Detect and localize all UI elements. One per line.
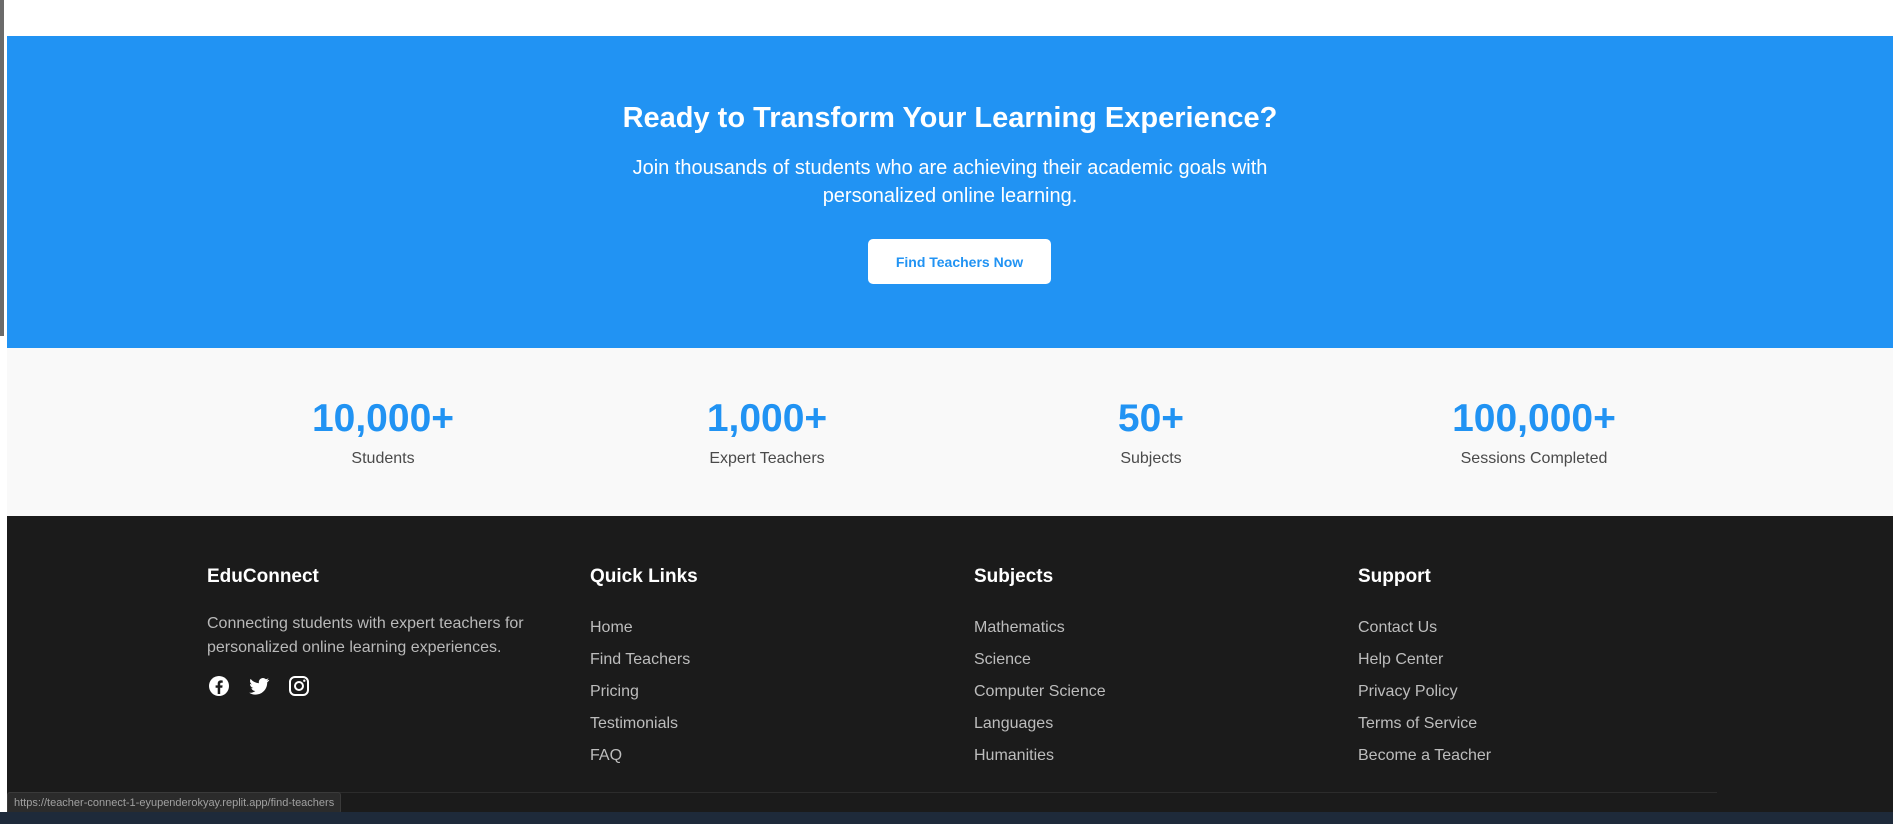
- cta-title: Ready to Transform Your Learning Experie…: [622, 102, 1278, 134]
- social-links: [207, 674, 547, 698]
- find-teachers-now-button[interactable]: Find Teachers Now: [868, 239, 1051, 284]
- stat-label: Expert Teachers: [709, 450, 825, 467]
- instagram-icon[interactable]: [287, 674, 311, 698]
- footer-link-contact-us[interactable]: Contact Us: [1358, 612, 1698, 644]
- footer-link-help-center[interactable]: Help Center: [1358, 644, 1698, 676]
- footer-brand: EduConnect: [207, 566, 319, 587]
- footer-link-become-a-teacher[interactable]: Become a Teacher: [1358, 740, 1698, 772]
- footer-link-testimonials[interactable]: Testimonials: [590, 708, 930, 740]
- top-whitespace: [0, 0, 1893, 36]
- stat-expert-teachers: 1,000+ Expert Teachers: [617, 396, 917, 468]
- stat-sessions-completed: 100,000+ Sessions Completed: [1384, 396, 1684, 468]
- footer-support-column: Support Contact Us Help Center Privacy P…: [1358, 566, 1698, 772]
- cta-description: Join thousands of students who are achie…: [632, 157, 1268, 207]
- footer-link-privacy-policy[interactable]: Privacy Policy: [1358, 676, 1698, 708]
- footer-heading-support: Support: [1358, 566, 1431, 587]
- footer-link-terms-of-service[interactable]: Terms of Service: [1358, 708, 1698, 740]
- stat-label: Sessions Completed: [1460, 450, 1608, 467]
- stat-subjects: 50+ Subjects: [1001, 396, 1301, 468]
- stat-value: 1,000+: [706, 397, 828, 440]
- site-footer: EduConnect Connecting students with expe…: [7, 516, 1893, 824]
- stat-label: Students: [351, 450, 415, 467]
- footer-link-faq[interactable]: FAQ: [590, 740, 930, 772]
- footer-heading-subjects: Subjects: [974, 566, 1054, 587]
- facebook-icon[interactable]: [207, 674, 231, 698]
- footer-description: Connecting students with expert teachers…: [207, 615, 524, 656]
- stat-students: 10,000+ Students: [233, 396, 533, 468]
- os-taskbar: [0, 812, 1893, 824]
- window-edge-scrollbar[interactable]: [0, 0, 4, 336]
- footer-link-pricing[interactable]: Pricing: [590, 676, 930, 708]
- footer-quick-links-column: Quick Links Home Find Teachers Pricing T…: [590, 566, 930, 772]
- stat-value: 10,000+: [311, 397, 455, 440]
- footer-divider: [207, 792, 1717, 793]
- cta-section: Ready to Transform Your Learning Experie…: [7, 36, 1893, 348]
- twitter-icon[interactable]: [247, 674, 271, 698]
- footer-link-mathematics[interactable]: Mathematics: [974, 612, 1314, 644]
- footer-heading-quick-links: Quick Links: [590, 566, 698, 587]
- footer-link-humanities[interactable]: Humanities: [974, 740, 1314, 772]
- stat-value: 100,000+: [1452, 397, 1616, 440]
- stat-label: Subjects: [1120, 450, 1182, 467]
- status-bar-url: https://teacher-connect-1-eyupenderokyay…: [7, 792, 342, 814]
- stat-value: 50+: [1117, 397, 1185, 440]
- footer-subjects-column: Subjects Mathematics Science Computer Sc…: [974, 566, 1314, 772]
- footer-link-home[interactable]: Home: [590, 612, 930, 644]
- footer-link-computer-science[interactable]: Computer Science: [974, 676, 1314, 708]
- footer-brand-column: EduConnect Connecting students with expe…: [207, 566, 547, 698]
- footer-link-languages[interactable]: Languages: [974, 708, 1314, 740]
- stats-section: 10,000+ Students 1,000+ Expert Teachers …: [7, 348, 1893, 516]
- footer-link-science[interactable]: Science: [974, 644, 1314, 676]
- footer-link-find-teachers[interactable]: Find Teachers: [590, 644, 930, 676]
